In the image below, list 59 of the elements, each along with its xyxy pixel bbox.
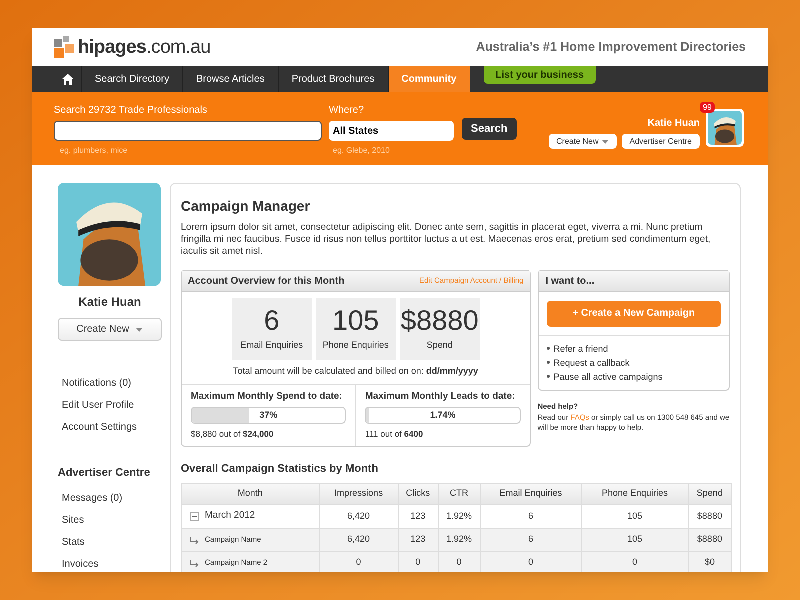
meter-title: Maximum Monthly Spend to date:: [191, 390, 344, 404]
action-link[interactable]: Refer a friend: [554, 342, 608, 354]
caret-icon: [136, 328, 144, 332]
where-hint: eg. Glebe, 2010: [332, 145, 391, 157]
bullet-icon: [546, 361, 550, 364]
notification-badge: 99: [700, 102, 715, 113]
stat-label: Email Enquiries: [240, 338, 304, 352]
intro-paragraph: Lorem ipsum dolor sit amet, consectetur adipiscing elit. Donec ante sem, sagittis in placerat eget, viverra a mi. Nunc pretium fringilla mi nec faucibus. Fusce id risus non tellus porttitor luctus a ut est. Maecenas eros erat, pretium sed condimentum eget, iaculis sit amet nisl.: [181, 222, 712, 258]
user-name: Katie Huan: [648, 117, 700, 131]
progress-reading: 37%: [258, 408, 279, 422]
sidebar-link[interactable]: Notifications (0): [62, 377, 162, 391]
caret-icon: [602, 140, 609, 144]
where-label: Where?: [329, 104, 366, 118]
sub-row-arrow-icon: [190, 536, 199, 544]
tagline: Australia’s #1 Home Improvement Directories: [476, 38, 746, 56]
sidebar-link[interactable]: Stats: [62, 536, 162, 550]
action-link[interactable]: Pause all active campaigns: [554, 370, 663, 382]
sidebar-link[interactable]: Messages (0): [62, 492, 162, 506]
search-label: Search 29732 Trade Professionals: [54, 104, 208, 118]
progress-reading: 1.74%: [429, 408, 457, 422]
sub-row-arrow-icon: [190, 560, 199, 566]
stat-value: 105: [332, 306, 380, 336]
meter-caption: 111 out of 6400: [365, 428, 424, 440]
table-cell-text: March 2012: [205, 509, 256, 524]
advertiser-centre-button[interactable]: Advertiser Centre: [622, 134, 700, 149]
where-field[interactable]: All States: [329, 121, 454, 141]
page-title: Campaign Manager: [181, 197, 312, 216]
meter-title: Maximum Monthly Leads to date:: [365, 390, 516, 404]
column-header: Email Enquiries: [480, 484, 582, 504]
panel-title: I want to...: [546, 274, 595, 288]
column-header: Month: [182, 484, 320, 504]
stats-title: Overall Campaign Statistics by Month: [181, 462, 380, 476]
profile-name: Katie Huan: [78, 294, 142, 311]
stat-label: Phone Enquiries: [322, 338, 389, 352]
column-header: Phone Enquiries: [582, 484, 688, 504]
logo-text: hipages.com.au: [78, 38, 211, 56]
stat-value: 6: [264, 306, 280, 336]
panel-title: Account Overview for this Month: [188, 274, 345, 288]
sidebar-link[interactable]: Edit User Profile: [62, 399, 162, 413]
meter-caption: $8,880 out of $24,000: [191, 428, 275, 440]
search-field[interactable]: [54, 121, 322, 141]
create-new-dropdown[interactable]: Create New: [548, 134, 617, 149]
stat-label: Spend: [426, 338, 453, 352]
search-button[interactable]: Search: [462, 118, 517, 140]
bullet-icon: [546, 375, 550, 378]
create-new-dropdown[interactable]: Create New: [58, 318, 162, 341]
sidebar-link[interactable]: Account Settings: [62, 421, 162, 435]
avatar-picture: [708, 111, 742, 145]
sidebar-section-title: Advertiser Centre: [58, 466, 152, 481]
list-business-button[interactable]: List your business: [484, 66, 596, 84]
billing-note: Total amount will be calculated and billed on on: dd/mm/yyyy: [232, 365, 480, 378]
stat-value: $8880: [400, 306, 479, 336]
search-hint: eg. plumbers, mice: [59, 145, 129, 157]
collapse-icon[interactable]: [190, 512, 199, 521]
logo-icon: [54, 36, 76, 58]
bullet-icon: [546, 347, 550, 350]
sidebar-link[interactable]: Sites: [62, 514, 162, 528]
sidebar-link[interactable]: Invoices: [62, 558, 162, 572]
action-link[interactable]: Request a callback: [554, 356, 630, 368]
